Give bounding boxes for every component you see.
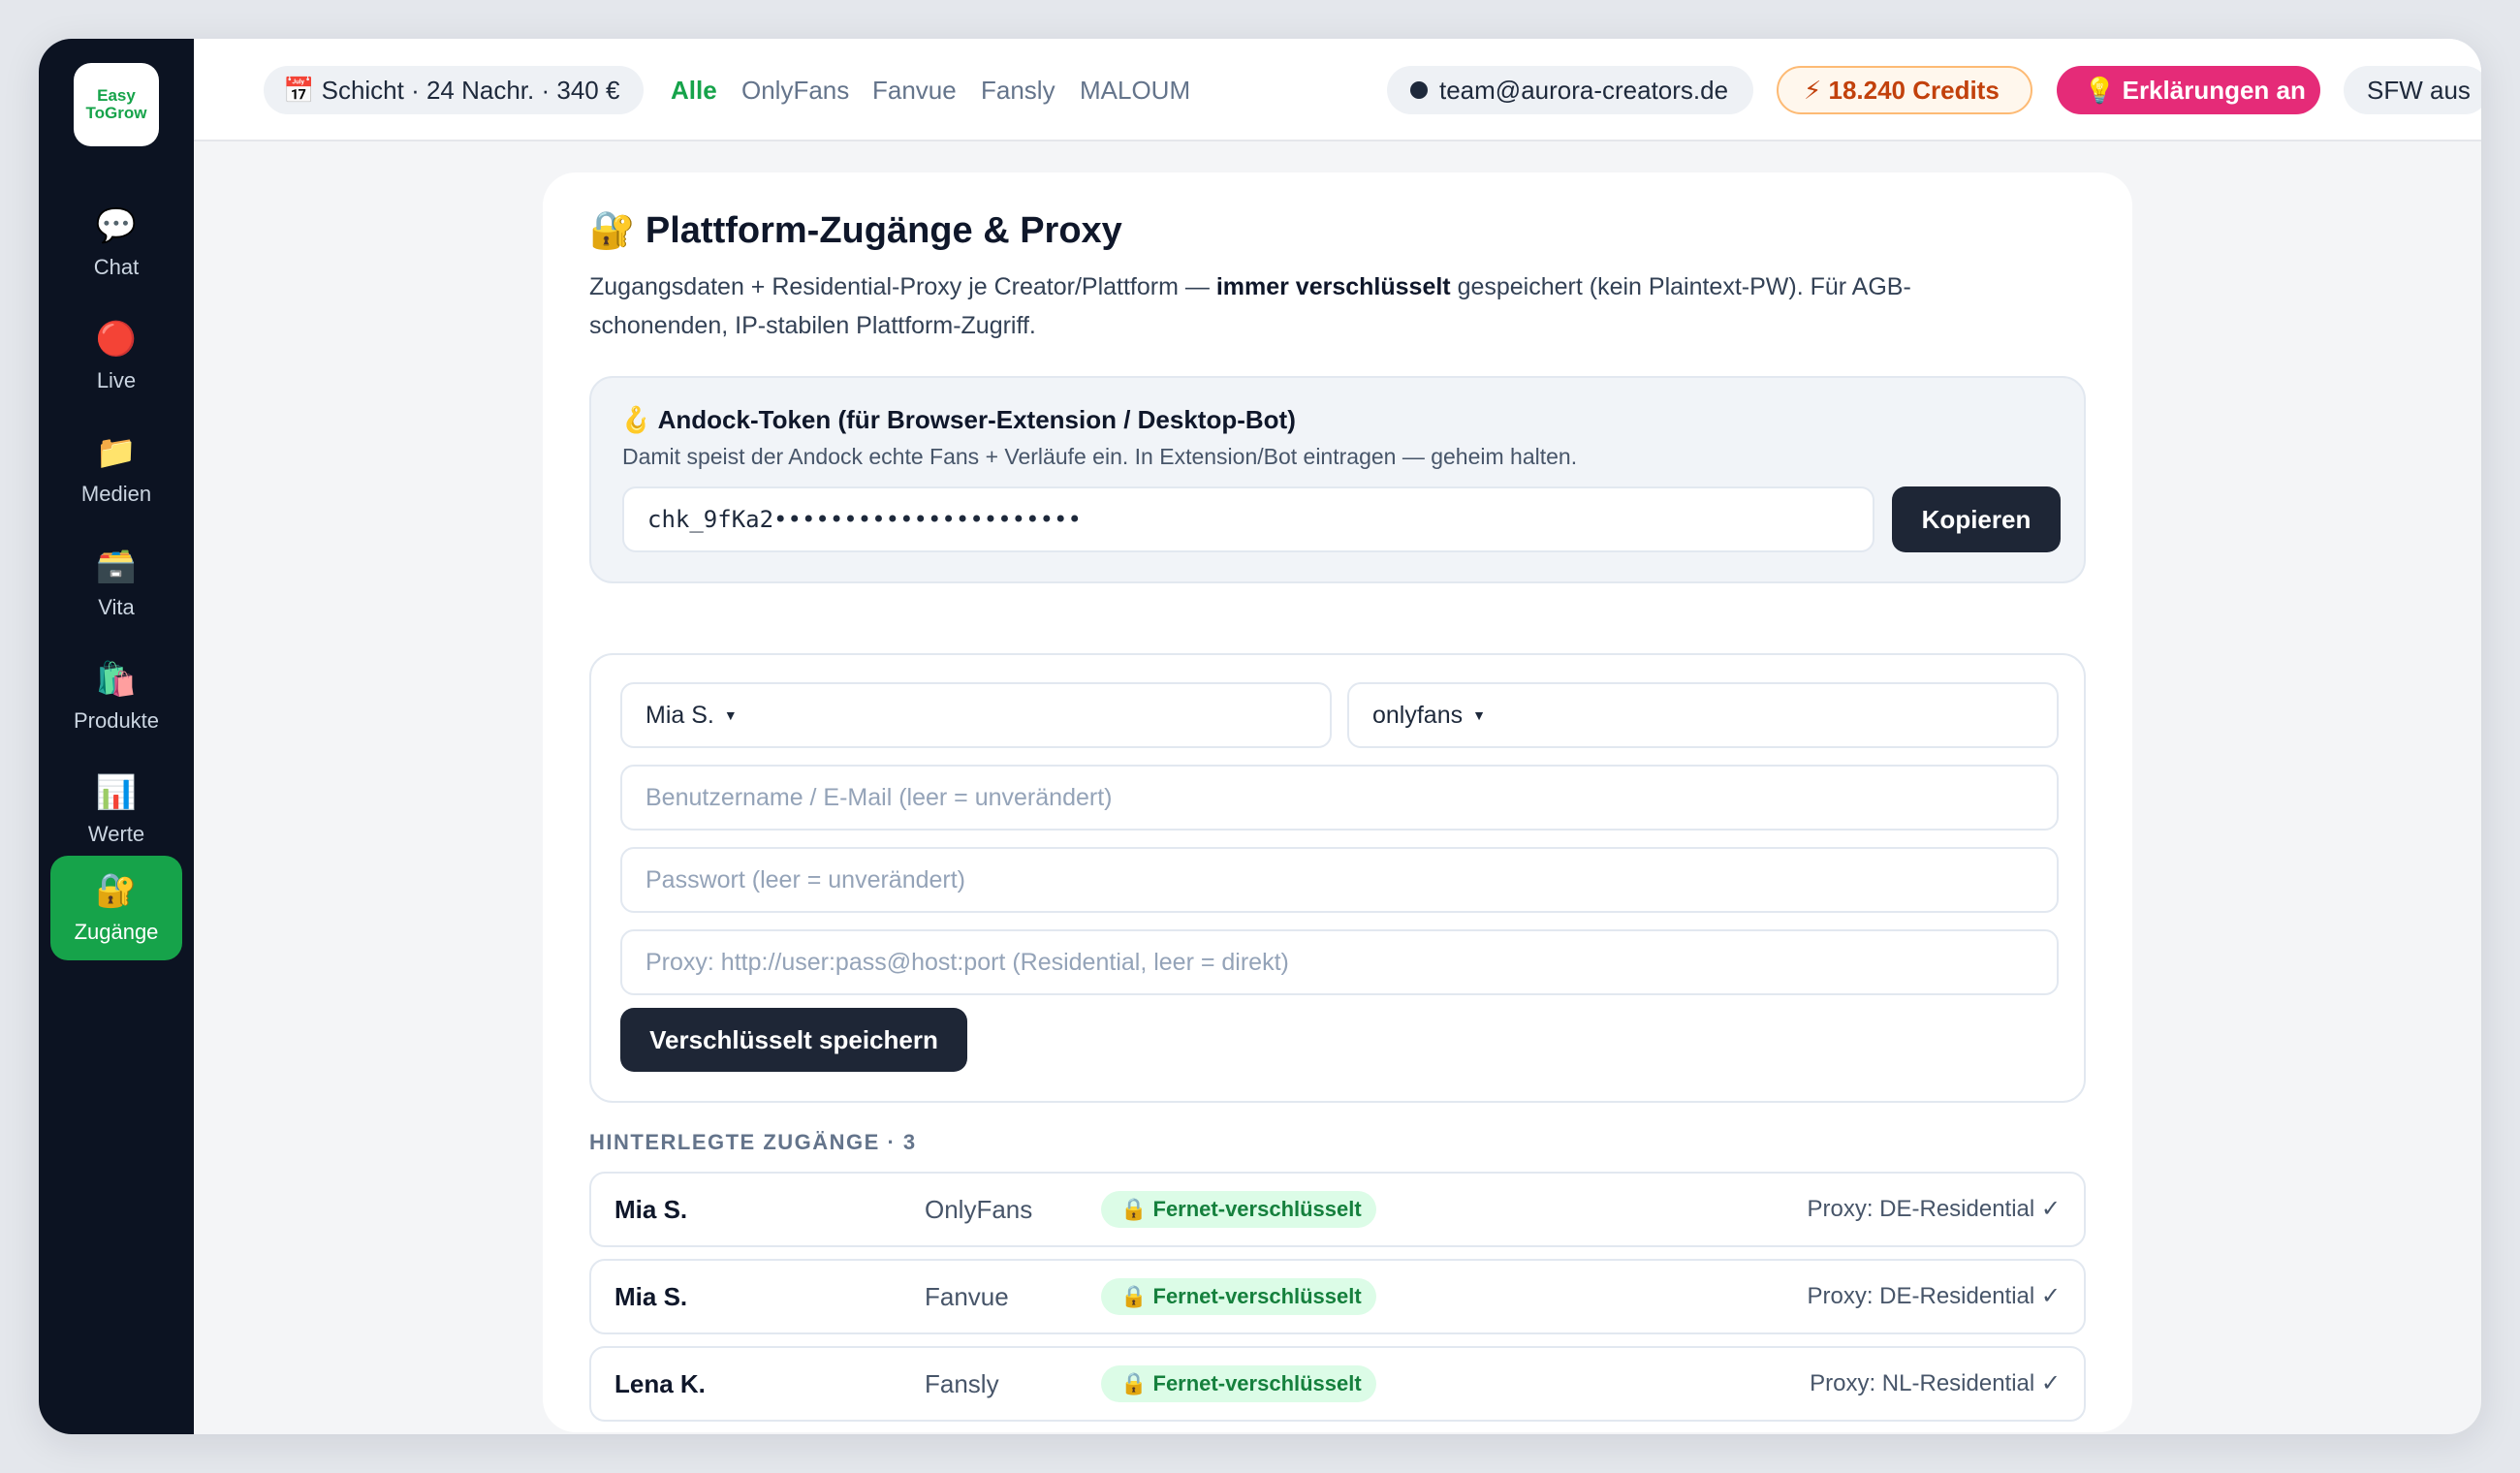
sidebar-item-label: Vita xyxy=(98,595,135,619)
sidebar-item-vita[interactable]: 🗃️ Vita xyxy=(50,531,182,636)
chevron-down-icon: ▼ xyxy=(723,707,738,723)
platform-select-value: onlyfans xyxy=(1372,701,1464,729)
access-card: 🔐 Plattform-Zugänge & Proxy Zugangsdaten… xyxy=(543,172,2132,1432)
bar-chart-icon: 📊 xyxy=(95,774,138,811)
chevron-down-icon: ▼ xyxy=(1472,707,1486,723)
proxy-status: Proxy: DE-Residential ✓ xyxy=(1807,1196,2061,1222)
desc-text-bold: immer verschlüsselt xyxy=(1215,273,1451,300)
topbar: 📅 Schicht · 24 Nachr. · 340 € Alle OnlyF… xyxy=(194,39,2481,141)
logo-line-1: Easy xyxy=(97,86,136,105)
sidebar-item-zugaenge[interactable]: 🔐 Zugänge xyxy=(50,856,182,960)
password-field-wrapper xyxy=(620,847,2059,913)
proxy-status: Proxy: NL-Residential ✓ xyxy=(1810,1370,2061,1396)
page-description: Zugangsdaten + Residential-Proxy je Crea… xyxy=(589,267,1985,345)
account-email-pill[interactable]: team@aurora-creators.de xyxy=(1387,66,1753,114)
lock-key-icon: 🔐 xyxy=(95,872,138,909)
account-platform: Fansly xyxy=(925,1369,999,1398)
encryption-badge: 🔒 Fernet-verschlüsselt xyxy=(1101,1191,1376,1228)
sidebar-item-label: Chat xyxy=(93,255,140,279)
account-creator: Mia S. xyxy=(614,1282,688,1311)
sidebar-item-label: Produkte xyxy=(73,708,160,733)
live-dot-icon: 🔴 xyxy=(95,321,138,358)
save-encrypted-button[interactable]: Verschlüsselt speichern xyxy=(620,1008,967,1072)
copy-token-button[interactable]: Kopieren xyxy=(1892,486,2061,552)
token-field[interactable]: chk_9fKa2•••••••••••••••••••••• xyxy=(622,486,1874,552)
account-email: team@aurora-creators.de xyxy=(1439,75,1729,105)
encryption-badge: 🔒 Fernet-verschlüsselt xyxy=(1101,1365,1376,1402)
account-platform: Fanvue xyxy=(925,1282,1009,1311)
app-window: Easy ToGrow 💬 Chat 🔴 Live 📁 Medien 🗃️ Vi… xyxy=(39,39,2481,1434)
app-logo[interactable]: Easy ToGrow xyxy=(74,63,159,146)
token-subtitle: Damit speist der Andock echte Fans + Ver… xyxy=(622,444,1578,469)
status-dot-icon xyxy=(1410,81,1428,99)
sidebar-item-medien[interactable]: 📁 Medien xyxy=(50,418,182,522)
folder-icon: 📁 xyxy=(95,434,138,471)
username-input[interactable] xyxy=(646,767,2057,829)
account-row[interactable]: Mia S. OnlyFans 🔒 Fernet-verschlüsselt P… xyxy=(589,1172,2086,1247)
sidebar-item-live[interactable]: 🔴 Live xyxy=(50,304,182,409)
token-title: 🪝 Andock-Token (für Browser-Extension / … xyxy=(620,405,1296,434)
sidebar-item-label: Zugänge xyxy=(74,920,159,944)
explanations-toggle[interactable]: 💡 Erklärungen an xyxy=(2057,66,2320,114)
account-creator: Mia S. xyxy=(614,1195,688,1224)
logo-line-2: ToGrow xyxy=(85,104,147,122)
filter-onlyfans[interactable]: OnlyFans xyxy=(741,76,849,106)
sidebar-item-produkte[interactable]: 🛍️ Produkte xyxy=(50,644,182,749)
filter-fansly[interactable]: Fansly xyxy=(981,76,1055,106)
account-row[interactable]: Mia S. Fanvue 🔒 Fernet-verschlüsselt Pro… xyxy=(589,1259,2086,1334)
platform-select[interactable]: onlyfans ▼ xyxy=(1347,682,2059,748)
proxy-field-wrapper xyxy=(620,929,2059,995)
proxy-status: Proxy: DE-Residential ✓ xyxy=(1807,1283,2061,1309)
proxy-input[interactable] xyxy=(646,931,2057,993)
filter-maloum[interactable]: MALOUM xyxy=(1080,76,1190,106)
sidebar-item-chat[interactable]: 💬 Chat xyxy=(50,191,182,296)
credentials-form: Mia S. ▼ onlyfans ▼ Verschlüsselt speich… xyxy=(589,653,2086,1103)
filter-alle[interactable]: Alle xyxy=(671,76,717,106)
shopping-bags-icon: 🛍️ xyxy=(95,661,138,698)
sidebar-item-werte[interactable]: 📊 Werte xyxy=(50,758,182,862)
account-row[interactable]: Lena K. Fansly 🔒 Fernet-verschlüsselt Pr… xyxy=(589,1346,2086,1422)
chat-bubble-icon: 💬 xyxy=(95,207,138,244)
sfw-toggle[interactable]: SFW aus xyxy=(2344,66,2481,114)
account-creator: Lena K. xyxy=(614,1369,706,1398)
username-field-wrapper xyxy=(620,765,2059,831)
password-input[interactable] xyxy=(646,849,2057,911)
token-panel: 🪝 Andock-Token (für Browser-Extension / … xyxy=(589,376,2086,583)
filter-fanvue[interactable]: Fanvue xyxy=(872,76,957,106)
desc-text-start: Zugangsdaten + Residential-Proxy je Crea… xyxy=(589,273,1216,300)
creator-select-value: Mia S. xyxy=(646,701,714,729)
sidebar-item-label: Werte xyxy=(87,822,145,846)
credits-pill[interactable]: ⚡ 18.240 Credits xyxy=(1777,66,2032,114)
creator-select[interactable]: Mia S. ▼ xyxy=(620,682,1332,748)
sidebar-item-label: Medien xyxy=(80,482,152,506)
card-file-box-icon: 🗃️ xyxy=(95,548,138,584)
accounts-list-heading: HINTERLEGTE ZUGÄNGE · 3 xyxy=(589,1130,917,1154)
page-title: 🔐 Plattform-Zugänge & Proxy xyxy=(589,210,1122,251)
encryption-badge: 🔒 Fernet-verschlüsselt xyxy=(1101,1278,1376,1315)
sidebar: Easy ToGrow 💬 Chat 🔴 Live 📁 Medien 🗃️ Vi… xyxy=(39,39,194,1434)
sidebar-item-label: Live xyxy=(96,368,137,392)
shift-summary-pill[interactable]: 📅 Schicht · 24 Nachr. · 340 € xyxy=(264,66,644,114)
account-platform: OnlyFans xyxy=(925,1195,1033,1224)
